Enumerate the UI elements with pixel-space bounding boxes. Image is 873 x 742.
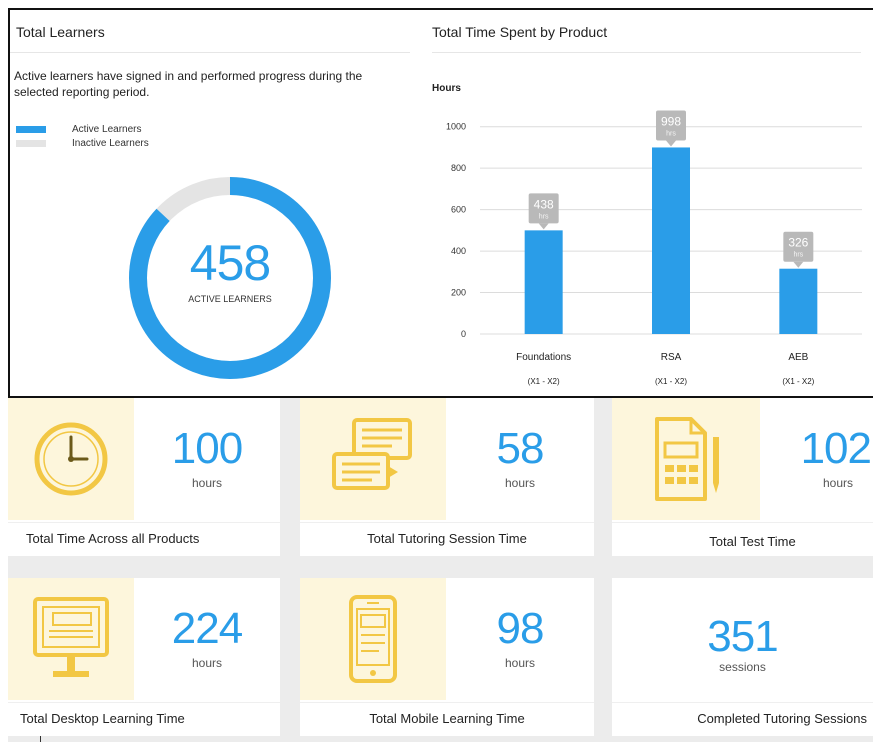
card-unit: hours [822,476,853,490]
stat-card-total-time[interactable]: 100 hours Total Time Across all Products [8,398,280,556]
card-value: 224 [171,604,243,653]
stat-card-test-time[interactable]: 102 hours Total Test Time [612,398,873,556]
stat-card-mobile-time[interactable]: 98 hours Total Mobile Learning Time [300,578,594,736]
card-icon-area [300,398,446,520]
x-tick-label: RSA [661,352,682,363]
total-learners-description: Active learners have signed in and perfo… [14,69,363,99]
stat-card-desktop-time[interactable]: 224 hours Total Desktop Learning Time [8,578,280,736]
active-learners-count: 458 [189,235,271,291]
card-icon-area [8,398,134,520]
y-axis-label: Hours [432,83,461,94]
x-tick-sublabel: (X1 - X2) [782,377,814,386]
chat-bubbles-icon [332,418,412,490]
mobile-icon [349,595,397,683]
card-label: Total Test Time [612,522,873,554]
legend-label-inactive: Inactive Learners [72,138,149,149]
bar-value-unit: hrs [666,130,676,137]
card-value: 98 [496,604,545,653]
bar-value-label: 998 [661,114,681,128]
bar-value-label: 438 [534,197,554,211]
clock-icon [34,422,108,496]
card-unit: hours [504,476,536,490]
card-icon-area [8,578,134,700]
x-tick-label: Foundations [516,352,571,363]
bar [524,230,563,334]
bar-value-unit: hrs [539,213,549,220]
active-learners-caption: ACTIVE LEARNERS [188,294,272,304]
card-label: Total Desktop Learning Time [8,702,280,734]
card-value: 351 [707,612,778,661]
card-label: Total Tutoring Session Time [300,522,594,554]
card-unit: hours [191,656,223,670]
value-callout-pointer [538,223,549,230]
x-tick-sublabel: (X1 - X2) [655,377,687,386]
legend-swatch-inactive [16,140,46,147]
y-tick-label: 800 [451,163,466,173]
x-tick-sublabel: (X1 - X2) [528,377,560,386]
legend-item-inactive: Inactive Learners [16,138,149,149]
y-tick-label: 400 [451,246,466,256]
card-unit: sessions [719,660,766,674]
card-label: Total Mobile Learning Time [300,702,594,734]
card-icon-area [300,578,446,700]
y-tick-label: 200 [451,288,466,298]
divider [40,736,41,742]
card-label: Completed Tutoring Sessions [612,702,873,734]
bar-value-label: 326 [788,236,808,250]
card-icon-area [612,398,760,520]
legend-item-active: Active Learners [16,124,141,135]
value-callout-pointer [793,261,804,268]
stat-card-tutoring-time[interactable]: 58 hours Total Tutoring Session Time [300,398,594,556]
divider [10,52,410,53]
y-tick-label: 0 [461,329,466,339]
card-value: 100 [171,424,243,473]
card-label: Total Time Across all Products [8,522,280,554]
x-tick-label: AEB [788,352,808,363]
value-callout-pointer [666,140,676,147]
card-unit: hours [504,656,536,670]
time-by-product-panel: Total Time Spent by Product Hours 0 200 400… [410,8,873,398]
y-tick-label: 600 [451,205,466,215]
test-sheet-icon [655,417,719,501]
stat-card-tutoring-sessions[interactable]: 351 sessions Completed Tutoring Sessions [612,578,873,736]
desktop-icon [33,597,109,677]
legend-swatch-active [16,126,46,133]
bar [652,147,690,334]
card-value: 58 [496,424,545,473]
total-learners-title: Total Learners [16,24,105,40]
total-learners-panel: Total Learners Active learners have sign… [8,8,412,398]
time-by-product-chart: Hours 0 200 400 600 800 1000 438 hrs Foundations (… [432,83,862,386]
y-tick-label: 1000 [446,122,466,132]
bar [779,268,818,334]
active-learners-donut: 458 ACTIVE LEARNERS [128,176,332,380]
card-value: 102 [800,424,872,473]
card-unit: hours [191,476,223,490]
legend-label-active: Active Learners [72,124,142,135]
bar-value-unit: hrs [793,252,803,259]
